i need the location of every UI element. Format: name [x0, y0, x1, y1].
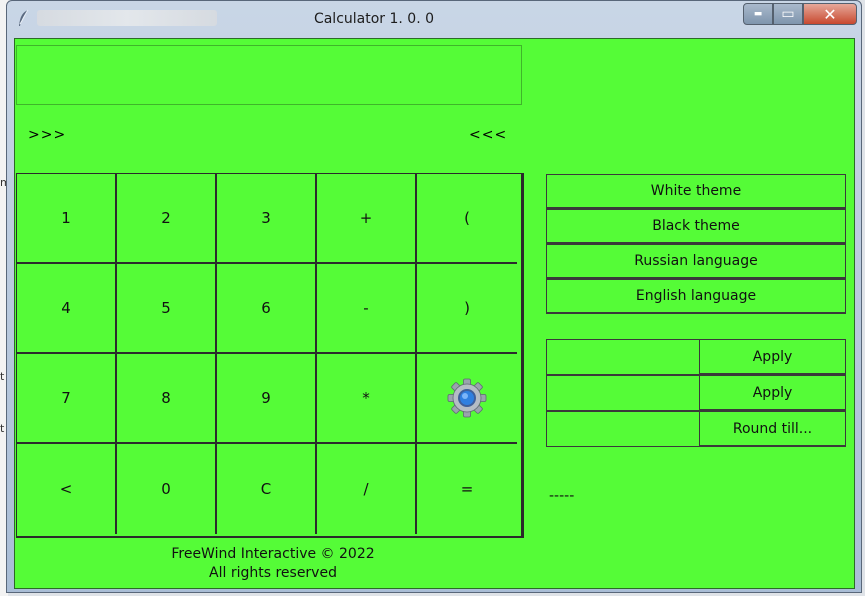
- keypad: 1 2 3 + ( 4 5 6 - ) 7 8 9 * < 0 C / =: [16, 173, 524, 538]
- key-open-paren[interactable]: (: [417, 174, 517, 264]
- calculator-window: Calculator 1. 0. 0 ▬ ▭ ✕ >>> <<< 1 2 3 +…: [6, 0, 862, 593]
- minimize-button[interactable]: ▬: [743, 3, 773, 25]
- key-multiply[interactable]: *: [317, 354, 417, 444]
- key-clear[interactable]: C: [217, 444, 317, 534]
- key-9[interactable]: 9: [217, 354, 317, 444]
- key-minus[interactable]: -: [317, 264, 417, 354]
- copyright-footer: FreeWind Interactive © 2022 All rights r…: [15, 545, 531, 583]
- window-controls: ▬ ▭ ✕: [743, 3, 857, 25]
- key-2[interactable]: 2: [117, 174, 217, 264]
- key-1[interactable]: 1: [17, 174, 117, 264]
- key-7[interactable]: 7: [17, 354, 117, 444]
- status-label: -----: [549, 488, 575, 504]
- russian-language-button[interactable]: Russian language: [546, 244, 846, 279]
- client-area: >>> <<< 1 2 3 + ( 4 5 6 - ) 7 8 9 * < 0 …: [14, 38, 855, 589]
- key-3[interactable]: 3: [217, 174, 317, 264]
- key-equals[interactable]: =: [417, 444, 517, 534]
- white-theme-button[interactable]: White theme: [546, 174, 846, 209]
- setting-input-1[interactable]: [546, 339, 700, 375]
- setting-input-2[interactable]: [546, 375, 700, 411]
- key-plus[interactable]: +: [317, 174, 417, 264]
- rights-line: All rights reserved: [209, 565, 337, 581]
- english-language-button[interactable]: English language: [546, 279, 846, 314]
- copyright-line: FreeWind Interactive © 2022: [171, 546, 375, 562]
- gear-icon: [447, 378, 487, 418]
- title-bar[interactable]: Calculator 1. 0. 0 ▬ ▭ ✕: [7, 1, 861, 37]
- expression-display[interactable]: [16, 45, 522, 105]
- key-4[interactable]: 4: [17, 264, 117, 354]
- key-backspace[interactable]: <: [17, 444, 117, 534]
- round-input[interactable]: [546, 411, 700, 447]
- key-0[interactable]: 0: [117, 444, 217, 534]
- close-icon: ✕: [823, 4, 837, 24]
- maximize-icon: ▭: [781, 6, 795, 22]
- apply-button-1[interactable]: Apply: [699, 339, 846, 375]
- key-8[interactable]: 8: [117, 354, 217, 444]
- black-theme-button[interactable]: Black theme: [546, 209, 846, 244]
- apply-button-2[interactable]: Apply: [699, 375, 846, 411]
- key-divide[interactable]: /: [317, 444, 417, 534]
- key-6[interactable]: 6: [217, 264, 317, 354]
- round-till-button[interactable]: Round till...: [699, 411, 846, 447]
- minimize-icon: ▬: [753, 9, 763, 19]
- settings-button[interactable]: [417, 354, 517, 444]
- history-back-button[interactable]: <<<: [469, 127, 507, 143]
- close-button[interactable]: ✕: [803, 3, 857, 25]
- key-5[interactable]: 5: [117, 264, 217, 354]
- key-close-paren[interactable]: ): [417, 264, 517, 354]
- window-title: Calculator 1. 0. 0: [313, 11, 435, 27]
- maximize-button[interactable]: ▭: [773, 3, 803, 25]
- history-forward-button[interactable]: >>>: [28, 127, 66, 143]
